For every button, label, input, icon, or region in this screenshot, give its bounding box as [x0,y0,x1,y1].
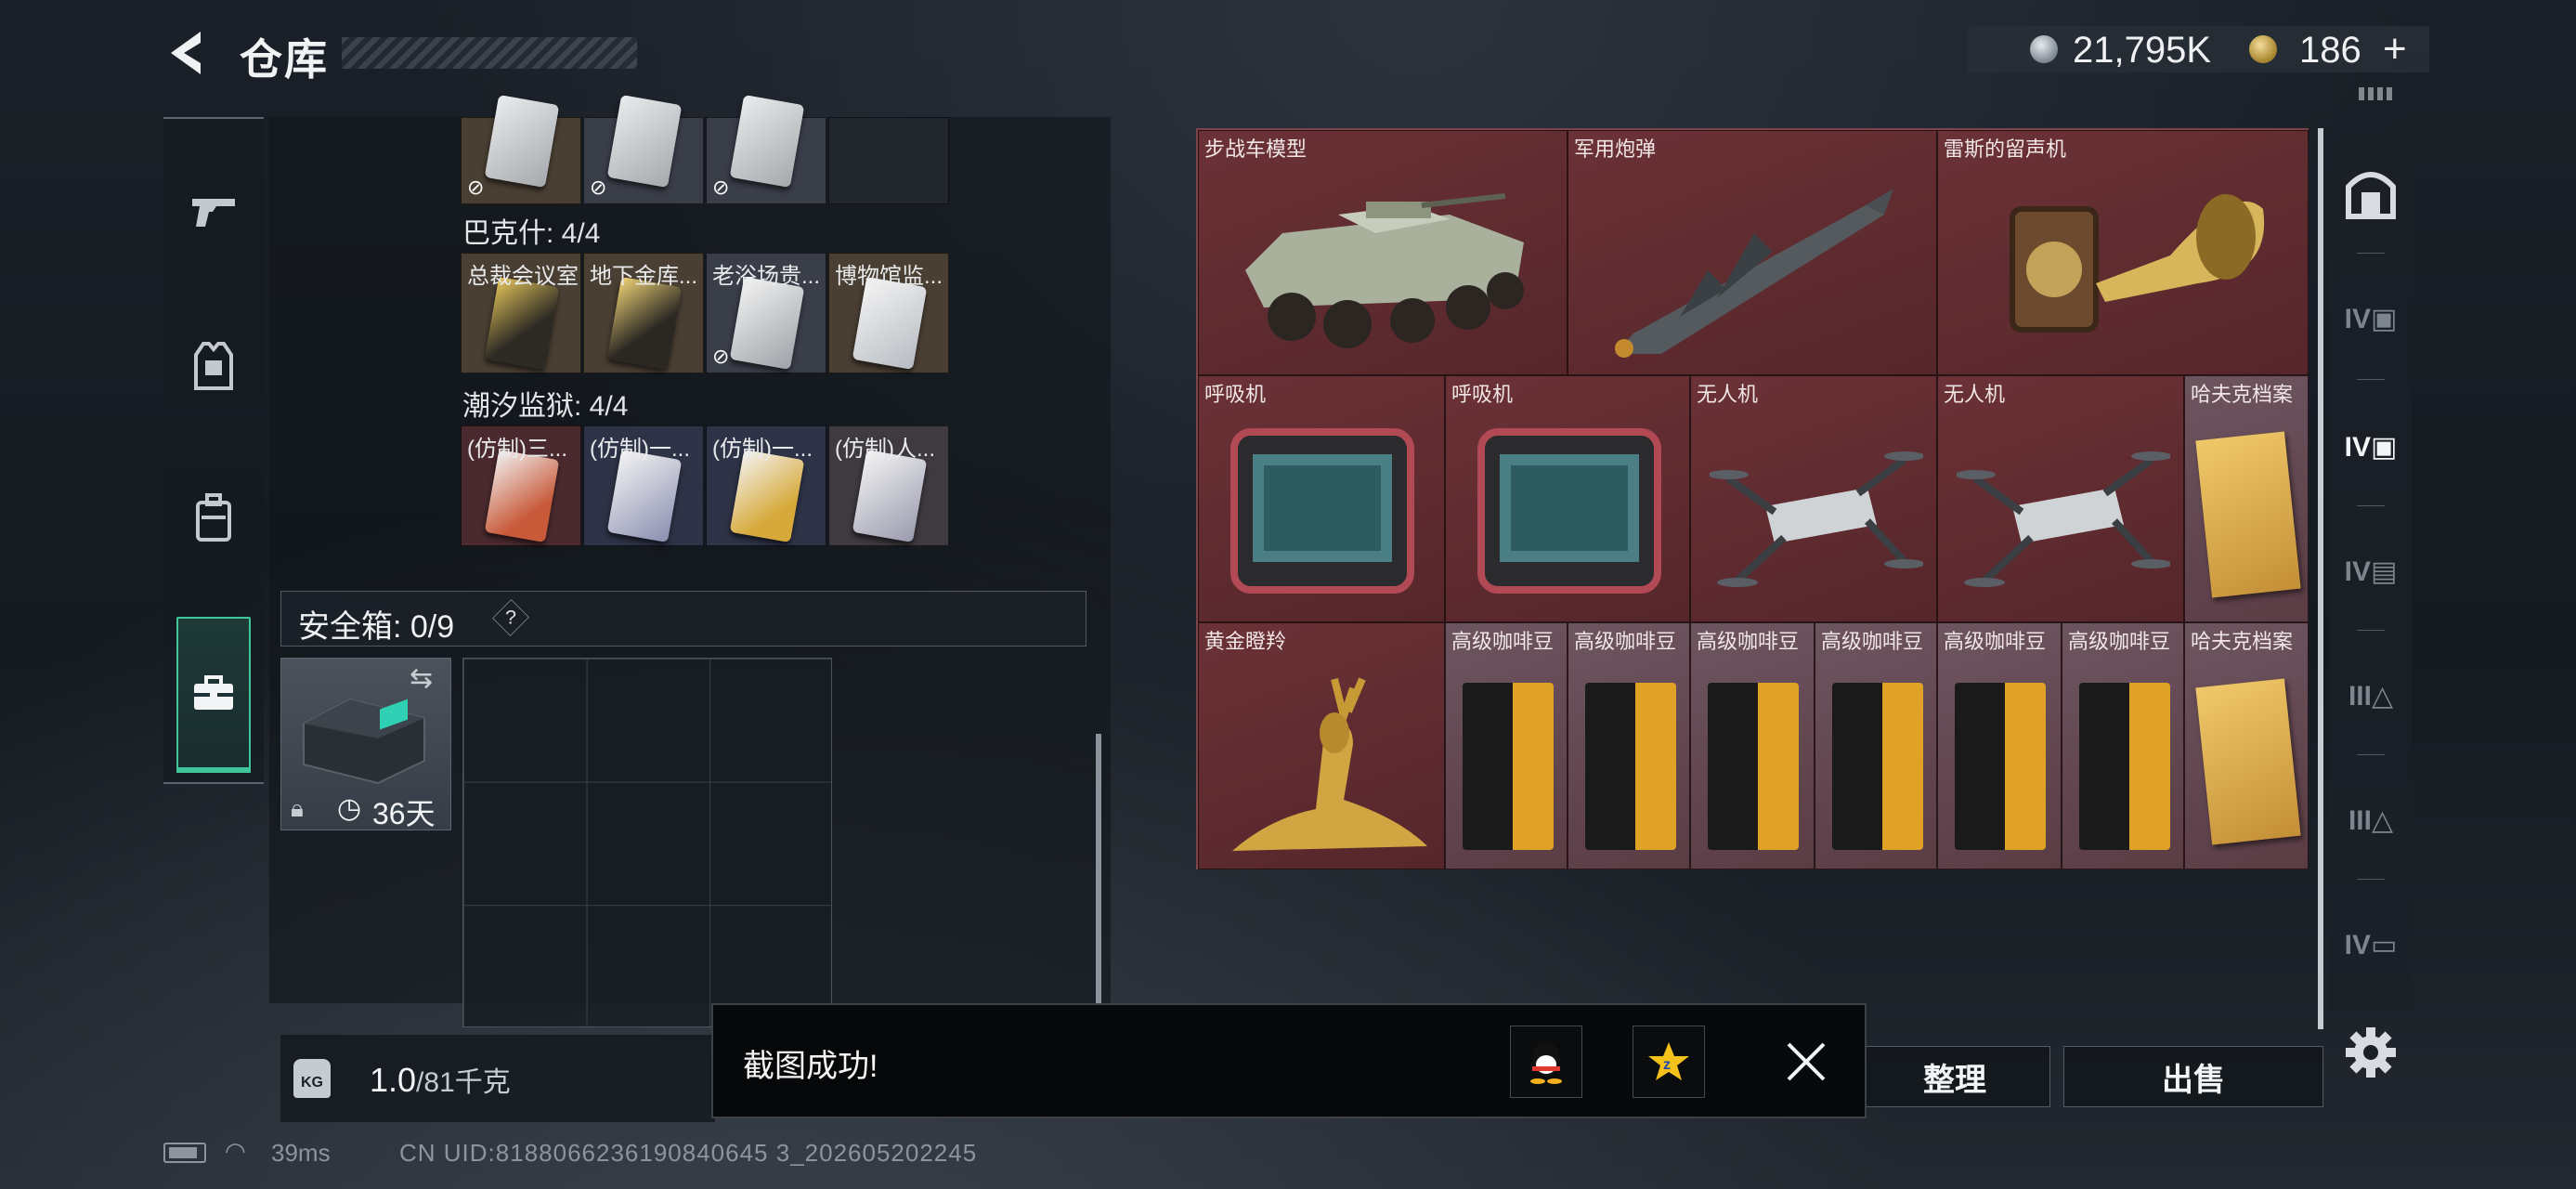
stash-item-ventilator[interactable]: 呼吸机 [1445,375,1690,622]
key-card-slot[interactable]: 博物馆监... [828,253,949,373]
close-icon[interactable] [1783,1039,1829,1085]
III-stash-icon[interactable]: III△ [2336,786,2405,855]
weight-max: /81千克 [416,1067,511,1098]
svg-text:z: z [1663,1057,1671,1073]
key-card-slot[interactable]: 老浴场贵... ⊘ [706,253,826,373]
backpack-icon[interactable] [163,463,264,574]
stash-item-coffee-beans[interactable]: 高级咖啡豆 [1445,622,1568,869]
sell-button[interactable]: 出售 [2063,1046,2323,1107]
safe-box-label: 安全箱: 0/9 [298,609,455,645]
stash-item-coffee-beans[interactable]: 高级咖啡豆 [1937,622,2062,869]
weight-indicator: KG 1.0/81千克 [280,1035,715,1122]
status-bar: ◠ 39ms CN UID:8188066236190840645 3_2026… [163,1135,1092,1172]
category-rail [163,117,264,784]
IV-stash-selected-icon[interactable]: IV▣ [2336,412,2405,481]
key-card-slot[interactable]: 地下金库... [583,253,704,373]
key-card-slot[interactable]: ⊘ [461,94,581,204]
IV-stash-icon[interactable]: IV▤ [2336,537,2405,606]
pistol-icon[interactable] [163,156,264,268]
no-insure-icon: ⊘ [590,176,607,199]
no-insure-icon: ⊘ [467,176,485,199]
key-card-slot[interactable]: (仿制)一... [706,425,826,546]
add-currency-button[interactable]: + [2383,26,2407,72]
stash-item-haavk-file[interactable]: 哈夫克档案 [2184,375,2309,622]
stash-item-gramophone[interactable]: 雷斯的留声机 [1937,130,2309,375]
no-insure-icon: ⊘ [712,345,730,368]
key-card-slot[interactable]: 总裁会议室 [461,253,581,373]
silver-amount: 21,795K [2073,30,2212,71]
stash-item-coffee-beans[interactable]: 高级咖啡豆 [1690,622,1815,869]
currency-bar[interactable]: 21,795K 186 + [1967,26,2429,72]
IV-stash-icon[interactable]: IV▣ [2336,284,2405,353]
stash-item-haavk-file[interactable]: 哈夫克档案 [2184,622,2309,869]
stash-item-coffee-beans[interactable]: 高级咖啡豆 [1568,622,1690,869]
stash-grid: 步战车模型 军用炮弹 雷斯的留声机 呼吸机 呼吸机 无人机 无人机 哈夫克档案 … [1196,128,2309,869]
lock-icon: 🔒︎ [291,794,304,822]
group-title: 潮汐监狱: 4/4 [462,391,629,422]
stash-item-ifv-model[interactable]: 步战车模型 [1198,130,1568,375]
vault-icon[interactable] [2336,160,2405,229]
key-card-slot[interactable]: ⊘ [583,94,704,204]
page-title: 仓库 [240,35,329,84]
key-card-slot[interactable]: (仿制)三... [461,425,581,546]
safe-box-grid[interactable] [462,658,832,1027]
back-arrow-icon[interactable] [163,28,210,78]
uid-readout: CN UID:8188066236190840645 3_20260520224… [399,1139,978,1167]
stash-item-military-shell[interactable]: 军用炮弹 [1568,130,1937,375]
key-card-slot[interactable]: (仿制)人... [828,425,949,546]
weight-current: 1.0 [370,1061,417,1099]
stash-tab-rail: IV▣ IV▣ IV▤ III△ III△ IV▭ [2329,132,2413,1011]
stash-scrollbar[interactable] [2318,128,2323,1029]
qzone-share-button[interactable]: z [1633,1026,1705,1098]
battery-icon [163,1143,206,1163]
no-insure-icon: ⊘ [712,176,730,199]
stash-item-drone[interactable]: 无人机 [1690,375,1937,622]
group-title: 巴克什: 4/4 [462,218,601,249]
gold-coin-icon [2249,35,2277,63]
empty-slot[interactable] [828,117,949,204]
IV-stash-icon[interactable]: IV▭ [2336,910,2405,979]
weight-icon: KG [293,1059,331,1098]
III-stash-icon[interactable]: III△ [2336,661,2405,730]
help-icon[interactable]: ? [492,599,529,636]
wifi-icon: ◠ [225,1137,246,1165]
stash-item-drone[interactable]: 无人机 [1937,375,2184,622]
toolbox-icon[interactable] [176,617,251,773]
header-decoration [2359,87,2396,100]
armor-vest-icon[interactable] [163,310,264,422]
gear-icon[interactable] [2340,1022,2401,1083]
tidy-button[interactable]: 整理 [1859,1046,2050,1107]
swap-icon[interactable]: ⇆ [410,662,433,695]
gold-amount: 186 [2299,30,2361,71]
safe-case-icon [303,698,425,785]
safe-timer: 36天 [372,797,436,830]
title-decoration [342,37,637,69]
safe-box-item[interactable]: ⇆ 🔒︎ ◷ 36天 [280,658,451,830]
inventory-scrollbar[interactable] [1096,734,1101,1003]
stash-item-ventilator[interactable]: 呼吸机 [1198,375,1445,622]
safe-box-header: 安全箱: 0/9 ? [280,591,1086,647]
screenshot-toast: 截图成功! z [711,1003,1867,1118]
toast-message: 截图成功! [743,1049,878,1084]
key-card-slot[interactable]: ⊘ [706,94,826,204]
stash-item-coffee-beans[interactable]: 高级咖啡豆 [2062,622,2184,869]
silver-coin-icon [2030,35,2058,63]
qq-icon [1530,1042,1562,1084]
qq-share-button[interactable] [1510,1026,1582,1098]
ping-readout: 39ms [271,1139,331,1167]
stash-item-golden-gazelle[interactable]: 黄金瞪羚 [1198,622,1445,869]
clock-icon: ◷ [337,793,362,824]
qzone-star-icon: z [1648,1042,1689,1080]
key-card-slot[interactable]: (仿制)一... [583,425,704,546]
stash-item-coffee-beans[interactable]: 高级咖啡豆 [1815,622,1937,869]
